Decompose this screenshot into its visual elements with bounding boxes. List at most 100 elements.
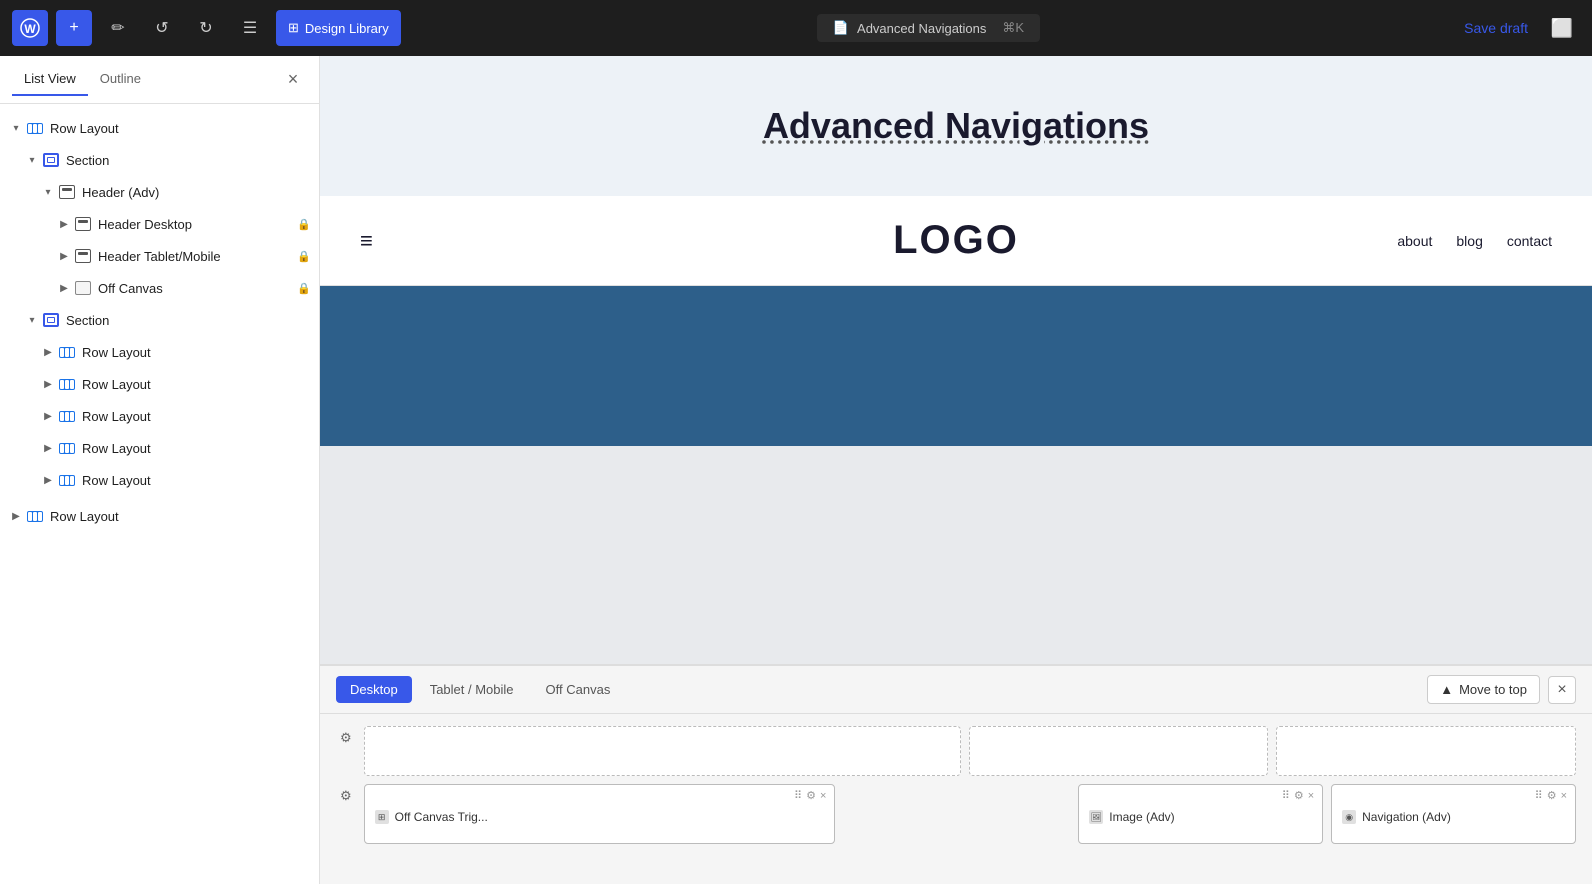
widget-off-canvas-label: Off Canvas Trig... — [395, 810, 488, 824]
add-block-button[interactable]: + — [56, 10, 92, 46]
widget-close-icon[interactable]: × — [820, 790, 826, 802]
arrow-icon: ▶ — [40, 376, 56, 392]
toolbar-center: 📄 Advanced Navigations ⌘K — [409, 14, 1448, 42]
panel-content: ⚙ ⚙ ⠿ ⚙ — [320, 714, 1592, 856]
widget-close-icon[interactable]: × — [1308, 790, 1314, 802]
widget-gear-icon[interactable]: ⚙ — [1547, 789, 1557, 802]
toolbar: W + ✏ ↺ ↻ ☰ ⊞ Design Library 📄 Advanced … — [0, 0, 1592, 56]
design-library-button[interactable]: ⊞ Design Library — [276, 10, 401, 46]
redo-button[interactable]: ↻ — [188, 10, 224, 46]
widget-row-gear-icon[interactable]: ⚙ — [336, 784, 356, 808]
tab-outline[interactable]: Outline — [88, 63, 153, 96]
tools-button[interactable]: ✏ — [100, 10, 136, 46]
widgets-container: ⠿ ⚙ × ⊞ Off Canvas Trig... — [364, 784, 1576, 844]
widget-nav-header: ⠿ ⚙ × — [1340, 789, 1567, 802]
tree-item-row-layout-2[interactable]: ▶ Row Layout — [0, 336, 319, 368]
nav-link-contact[interactable]: contact — [1507, 233, 1552, 249]
tree: ▾ Row Layout ▾ Section ▾ Header (Adv) ▶ … — [0, 104, 319, 540]
tree-item-section-1[interactable]: ▾ Section — [0, 144, 319, 176]
tree-item-label: Row Layout — [82, 377, 151, 392]
spacer-cell — [843, 784, 1070, 844]
close-icon: × — [1557, 681, 1566, 699]
widget-drag-icon[interactable]: ⠿ — [1282, 789, 1290, 802]
widget-nav-title: ◉ Navigation (Adv) — [1340, 806, 1567, 828]
tree-item-section-2[interactable]: ▾ Section — [0, 304, 319, 336]
undo-button[interactable]: ↺ — [144, 10, 180, 46]
nav-logo: LOGO — [893, 218, 1019, 263]
sidebar-close-button[interactable]: × — [279, 66, 307, 94]
widget-close-icon[interactable]: × — [1561, 790, 1567, 802]
widget-nav-label: Navigation (Adv) — [1362, 810, 1451, 824]
widget-drag-icon[interactable]: ⠿ — [1535, 789, 1543, 802]
tree-item-header-tablet[interactable]: ▶ Header Tablet/Mobile 🔒 — [0, 240, 319, 272]
arrow-icon: ▶ — [56, 248, 72, 264]
panel-cell-3 — [1276, 726, 1576, 776]
hamburger-icon: ≡ — [360, 228, 373, 254]
page-name-button[interactable]: 📄 Advanced Navigations ⌘K — [817, 14, 1040, 42]
widget-off-canvas-header: ⠿ ⚙ × — [373, 789, 827, 802]
tree-item-row-layout-3[interactable]: ▶ Row Layout — [0, 368, 319, 400]
tree-item-row-layout-6[interactable]: ▶ Row Layout — [0, 464, 319, 496]
tree-item-header-desktop[interactable]: ▶ Header Desktop 🔒 — [0, 208, 319, 240]
widget-gear-icon[interactable]: ⚙ — [1294, 789, 1304, 802]
panel-cells-row — [364, 726, 1576, 776]
widget-drag-icon[interactable]: ⠿ — [794, 789, 802, 802]
preview-button[interactable]: ⬜ — [1544, 10, 1580, 46]
tree-item-row-layout-7[interactable]: ▶ Row Layout — [0, 500, 319, 532]
widget-image-adv: ⠿ ⚙ × 🖼 Image (Adv) — [1078, 784, 1323, 844]
arrow-icon: ▶ — [40, 440, 56, 456]
panel-cell-1 — [364, 726, 961, 776]
tree-item-label: Row Layout — [82, 473, 151, 488]
shortcut-label: ⌘K — [1002, 20, 1024, 36]
close-panel-button[interactable]: × — [1548, 676, 1576, 704]
off-canvas-icon — [74, 279, 92, 297]
arrow-icon: ▶ — [40, 344, 56, 360]
nav-section: ≡ LOGO about blog contact — [320, 196, 1592, 286]
section-gear-icon[interactable]: ⚙ — [336, 726, 356, 750]
tab-off-canvas[interactable]: Off Canvas — [532, 676, 625, 703]
arrow-icon: ▾ — [40, 184, 56, 200]
design-library-label: Design Library — [305, 21, 389, 36]
tab-list-view[interactable]: List View — [12, 63, 88, 96]
arrow-icon: ▶ — [8, 508, 24, 524]
nav-link-about[interactable]: about — [1397, 233, 1432, 249]
redo-icon: ↻ — [199, 18, 212, 38]
chevron-up-icon: ▲ — [1440, 682, 1453, 697]
tree-item-row-layout-4[interactable]: ▶ Row Layout — [0, 400, 319, 432]
widget-gear-icon[interactable]: ⚙ — [806, 789, 816, 802]
image-widget-icon: 🖼 — [1089, 810, 1103, 824]
tab-actions: ▲ Move to top × — [1427, 675, 1576, 704]
nav-links: about blog contact — [1397, 233, 1552, 249]
list-view-button[interactable]: ☰ — [232, 10, 268, 46]
tree-item-off-canvas[interactable]: ▶ Off Canvas 🔒 — [0, 272, 319, 304]
widget-image-label: Image (Adv) — [1109, 810, 1174, 824]
section-icon — [42, 311, 60, 329]
list-view-icon: ☰ — [243, 18, 257, 38]
page-name-label: Advanced Navigations — [857, 21, 986, 36]
tree-item-header-adv[interactable]: ▾ Header (Adv) — [0, 176, 319, 208]
nav-widget-icon: ◉ — [1342, 810, 1356, 824]
arrow-icon: ▶ — [56, 216, 72, 232]
tree-item-label: Section — [66, 313, 109, 328]
panel-top-row: ⚙ — [336, 726, 1576, 776]
bottom-panel: Desktop Tablet / Mobile Off Canvas ▲ Mov… — [320, 664, 1592, 884]
tools-icon: ✏ — [111, 18, 124, 38]
panel-widgets-row: ⚙ ⠿ ⚙ × ⊞ Off Canvas Trig... — [336, 784, 1576, 844]
move-to-top-button[interactable]: ▲ Move to top — [1427, 675, 1540, 704]
tree-item-label: Header Desktop — [98, 217, 192, 232]
panel-cell-2 — [969, 726, 1269, 776]
row-layout-icon — [26, 119, 44, 137]
nav-link-blog[interactable]: blog — [1456, 233, 1482, 249]
tab-desktop[interactable]: Desktop — [336, 676, 412, 703]
save-draft-button[interactable]: Save draft — [1456, 16, 1536, 40]
tree-item-row-layout-1[interactable]: ▾ Row Layout — [0, 112, 319, 144]
tree-item-label: Row Layout — [50, 121, 119, 136]
tree-item-row-layout-5[interactable]: ▶ Row Layout — [0, 432, 319, 464]
design-library-icon: ⊞ — [288, 20, 299, 36]
widget-off-canvas-trigger: ⠿ ⚙ × ⊞ Off Canvas Trig... — [364, 784, 836, 844]
tab-tablet-mobile[interactable]: Tablet / Mobile — [416, 676, 528, 703]
plus-icon: + — [69, 19, 78, 37]
row-layout-icon — [58, 407, 76, 425]
page-header-section: Advanced Navigations — [320, 56, 1592, 196]
svg-text:W: W — [24, 22, 36, 36]
